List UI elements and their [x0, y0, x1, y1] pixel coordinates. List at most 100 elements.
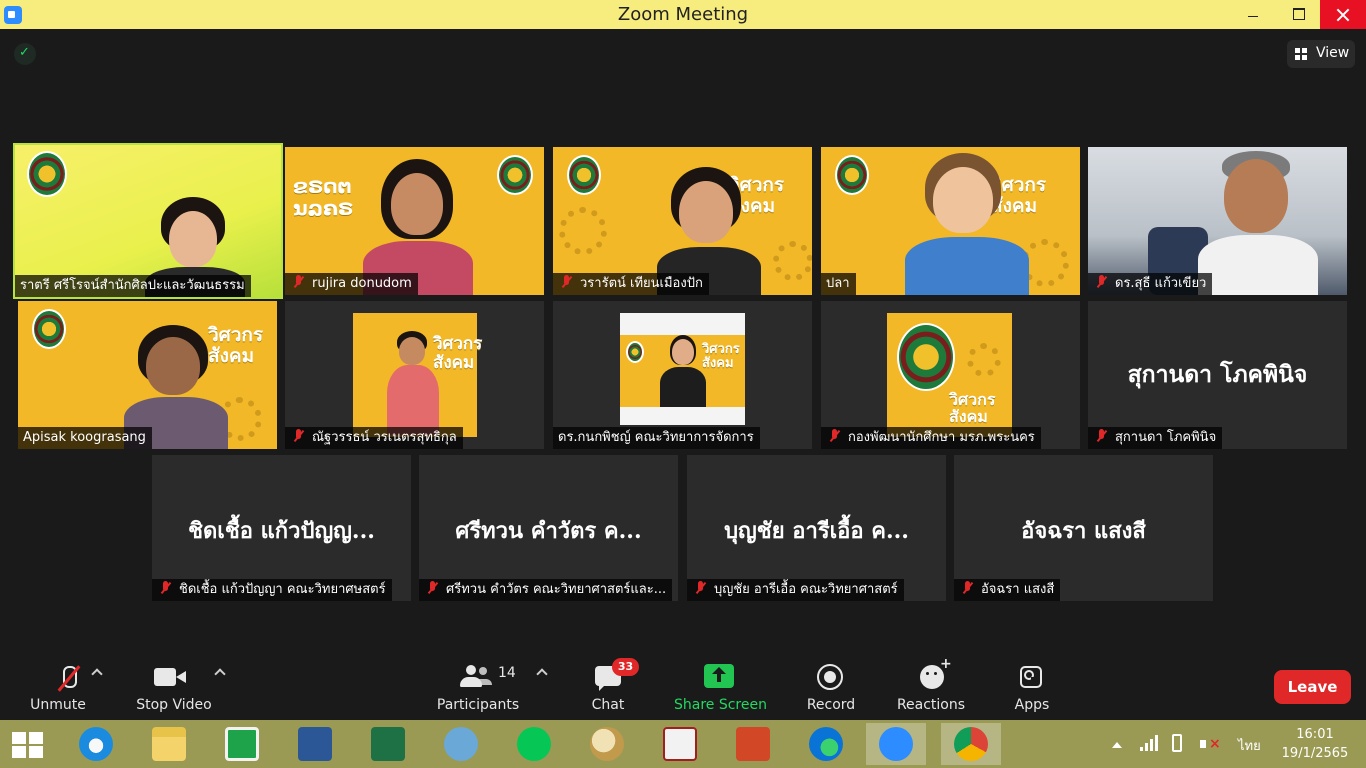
video-options-caret-icon[interactable]	[214, 668, 226, 680]
name-tile[interactable]: บุญชัย อารีเอื้อ ค... บุญชัย อารีเอื้อ ค…	[687, 455, 946, 601]
windows-taskbar: ไทย 16:01 19/1/2565	[0, 720, 1366, 768]
grid-view-icon	[1295, 48, 1308, 60]
mic-muted-icon	[692, 581, 710, 595]
participant-name: ดร.กนกพิชญ์ คณะวิทยาการจัดการ	[553, 427, 760, 449]
excel-icon[interactable]	[358, 723, 418, 765]
participants-button[interactable]: 14 Participants	[436, 656, 520, 720]
video-tile[interactable]: วิศวกร สังคม ดร.กนกพิชญ์ คณะวิทยาการจัดกา…	[553, 301, 812, 449]
participant-name: ณัฐวรรธน์ วรเนตรสุทธิกุล	[285, 427, 463, 449]
participants-count: 14	[498, 665, 516, 681]
clock-date: 19/1/2565	[1281, 746, 1349, 761]
unmute-button[interactable]: Unmute	[22, 656, 94, 720]
meeting-gallery: View ราตรี ศรีโรจน์สำนักศิลปะและวัฒนธรรม…	[0, 29, 1366, 656]
mic-muted-icon	[959, 581, 977, 595]
participant-display-name: ชิดเชื้อ แก้วปัญญ...	[188, 518, 375, 544]
background-headline: ຂຣດຕ ນລຄຣ	[293, 174, 354, 220]
lisrel-icon[interactable]	[650, 723, 710, 765]
participant-name: rujira donudom	[285, 273, 418, 295]
system-clock[interactable]: 16:01 19/1/2565	[1278, 725, 1352, 763]
volume-muted-icon[interactable]	[1200, 736, 1221, 752]
participant-display-name: อัจฉรา แสงสี	[1021, 518, 1146, 544]
name-tile[interactable]: ชิดเชื้อ แก้วปัญญ... ชิดเชื้อ แก้วปัญญา …	[152, 455, 411, 601]
background-headline: วิศวกร สังคม	[949, 390, 996, 426]
powerpoint-icon[interactable]	[723, 723, 783, 765]
line-icon[interactable]	[504, 723, 564, 765]
apps-button[interactable]: Apps	[1014, 656, 1050, 720]
reactions-button[interactable]: Reactions	[896, 656, 966, 720]
participant-name: สุกานดา โภคพินิจ	[1088, 427, 1223, 449]
share-screen-icon	[704, 664, 734, 688]
record-label: Record	[806, 697, 856, 713]
participant-video	[1198, 151, 1318, 295]
video-tile[interactable]: วิศวกร สังคม ณัฐวรรธน์ วรเนตรสุทธิกุล	[285, 301, 544, 449]
windows-start-icon[interactable]	[12, 732, 46, 758]
zoom-taskbar-icon[interactable]	[866, 723, 926, 765]
participant-name: ชิดเชื้อ แก้วปัญญา คณะวิทยาศษสตร์	[152, 579, 392, 601]
view-button[interactable]: View	[1287, 40, 1355, 68]
name-tile[interactable]: อัจฉรา แสงสี อัจฉรา แสงสี	[954, 455, 1213, 601]
paint-icon[interactable]	[577, 723, 637, 765]
university-seal-icon	[897, 323, 955, 391]
video-tile[interactable]: วิศวกร สังคม กองพัฒนานักศึกษา มรภ.พระนคร	[821, 301, 1080, 449]
mic-muted-icon	[157, 581, 175, 595]
stop-video-label: Stop Video	[136, 697, 212, 713]
chrome-icon[interactable]	[941, 723, 1001, 765]
participant-name: วรารัตน์ เทียนเมืองปัก	[553, 273, 709, 295]
mic-muted-icon	[1093, 429, 1111, 443]
participant-name: กองพัฒนานักศึกษา มรภ.พระนคร	[821, 427, 1041, 449]
share-screen-label: Share Screen	[674, 697, 767, 713]
university-seal-icon	[835, 155, 869, 195]
participant-name: ดร.สุธี แก้วเขียว	[1088, 273, 1213, 295]
participant-name: ศรีทวน คำวัตร คณะวิทยาศาสตร์และ...	[419, 579, 673, 601]
record-button[interactable]: Record	[806, 656, 856, 720]
video-tile[interactable]: ຂຣດຕ ນລຄຣ rujira donudom	[285, 147, 544, 295]
chat-unread-badge: 33	[612, 658, 639, 676]
mic-muted-icon	[424, 581, 442, 595]
view-button-label: View	[1316, 45, 1350, 61]
math-input-icon[interactable]	[431, 723, 491, 765]
video-tile[interactable]: ดร.สุธี แก้วเขียว	[1088, 147, 1347, 295]
stop-video-button[interactable]: Stop Video	[134, 656, 214, 720]
name-tile[interactable]: สุกานดา โภคพินิจ สุกานดา โภคพินิจ	[1088, 301, 1347, 449]
university-seal-icon	[27, 151, 67, 197]
video-tile[interactable]: ราตรี ศรีโรจน์สำนักศิลปะและวัฒนธรรม	[13, 143, 283, 299]
show-hidden-icons-icon[interactable]	[1112, 742, 1122, 748]
university-seal-icon	[567, 155, 601, 195]
chat-label: Chat	[591, 697, 625, 713]
maximize-button[interactable]	[1276, 0, 1322, 29]
video-camera-icon	[154, 667, 186, 687]
participants-options-caret-icon[interactable]	[536, 668, 548, 680]
network-signal-icon[interactable]	[1140, 735, 1158, 751]
participant-video	[905, 153, 1029, 295]
participant-name: ปลา	[821, 273, 856, 295]
encryption-shield-icon[interactable]	[14, 43, 36, 65]
participant-video	[383, 331, 443, 437]
participant-display-name: บุญชัย อารีเอื้อ ค...	[724, 518, 909, 544]
zoom-app: Zoom Meeting View ราตรี ศรีโรจน์สำนักศิล…	[0, 0, 1366, 768]
name-tile[interactable]: ศรีทวน คำวัตร ค... ศรีทวน คำวัตร คณะวิทย…	[419, 455, 678, 601]
battery-icon[interactable]	[1172, 734, 1182, 752]
minimize-button[interactable]	[1230, 0, 1276, 29]
leave-button[interactable]: Leave	[1274, 670, 1351, 704]
input-language[interactable]: ไทย	[1238, 735, 1261, 756]
unmute-label: Unmute	[30, 697, 86, 713]
close-button[interactable]	[1320, 0, 1366, 29]
video-tile[interactable]: วิศวกร สังคม ปลา	[821, 147, 1080, 295]
participant-name: ราตรี ศรีโรจน์สำนักศิลปะและวัฒนธรรม	[15, 275, 251, 297]
microphone-muted-icon	[54, 664, 82, 692]
file-explorer-icon[interactable]	[139, 723, 199, 765]
video-tile[interactable]: วิศวกร สังคม วรารัตน์ เทียนเมืองปัก	[553, 147, 812, 295]
video-tile[interactable]: วิศวกร สังคม Apisak koograsang	[18, 301, 277, 449]
word-icon[interactable]	[285, 723, 345, 765]
meeting-toolbar: Unmute Stop Video 14 Participants 33 Cha…	[0, 656, 1366, 720]
chat-button[interactable]: 33 Chat	[586, 656, 639, 720]
apps-icon	[1020, 666, 1042, 688]
university-seal-icon	[626, 341, 644, 363]
participant-name: Apisak koograsang	[18, 427, 152, 449]
share-screen-button[interactable]: Share Screen	[674, 656, 767, 720]
edge-icon[interactable]	[796, 723, 856, 765]
mic-muted-icon	[826, 429, 844, 443]
background-headline: วิศวกร สังคม	[702, 342, 740, 371]
store-icon[interactable]	[212, 723, 272, 765]
internet-explorer-icon[interactable]	[66, 723, 126, 765]
